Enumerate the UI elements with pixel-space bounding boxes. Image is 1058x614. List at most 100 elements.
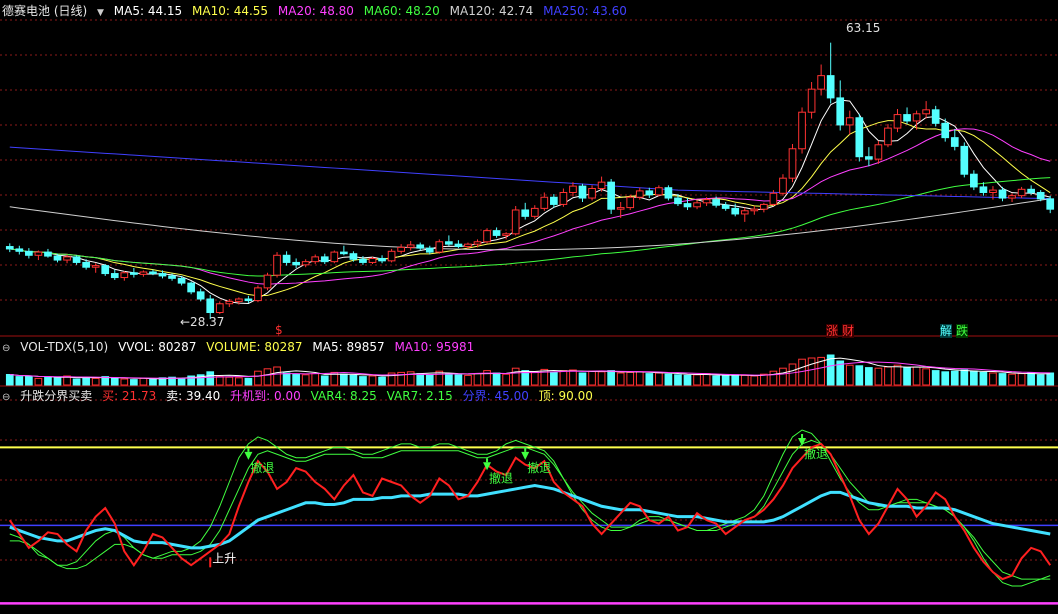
candle-body — [597, 181, 606, 190]
vol-ma5-label: MA5: 89857 — [312, 340, 385, 354]
candle-body — [855, 117, 864, 158]
volume-bar — [130, 379, 138, 386]
candle-body — [645, 190, 654, 196]
volume-bar — [215, 376, 224, 386]
price-panel-header: 德赛电池 (日线) ▼ MA5: 44.15 MA10: 44.55 MA20:… — [2, 3, 633, 19]
stock-title[interactable]: 德赛电池 (日线) — [2, 4, 87, 18]
volume-bar — [1046, 372, 1055, 386]
event-die-marker[interactable]: 跌 — [956, 324, 969, 338]
event-cai-marker[interactable]: 财 — [842, 324, 855, 338]
volume-bar — [807, 357, 816, 386]
event-dollar-marker[interactable]: $ — [275, 323, 283, 337]
volume-bar — [559, 370, 568, 386]
ma10-line — [9, 120, 1051, 297]
candle-body — [950, 137, 959, 147]
volume-bar — [998, 373, 1007, 386]
volume-title: VOL-TDX(5,10) — [20, 340, 109, 354]
volume-bar — [588, 370, 596, 386]
candle-body — [655, 187, 663, 196]
candle-body — [82, 261, 90, 268]
candle-body — [244, 298, 253, 302]
candle-body — [53, 255, 62, 261]
volume-bar — [511, 367, 520, 386]
volume-bar — [301, 374, 310, 386]
candle-body — [807, 88, 816, 113]
chevron-down-icon[interactable]: ▼ — [97, 8, 104, 18]
candle-body — [139, 271, 148, 275]
candle-body — [435, 241, 444, 253]
candle-body — [712, 199, 720, 206]
event-zhang-marker[interactable]: 涨 — [826, 324, 839, 338]
volume-bar — [349, 374, 358, 386]
vol-ma10-label: MA10: 95981 — [394, 340, 475, 354]
volume-bar — [473, 373, 482, 386]
candle-body — [483, 230, 491, 243]
candle-body — [63, 256, 71, 261]
volume-bar — [884, 366, 892, 386]
candle-body — [149, 271, 157, 275]
volume-bar — [865, 367, 873, 386]
candle-body — [454, 243, 463, 248]
ma120-label: MA120: 42.74 — [449, 4, 534, 18]
var7-label: VAR7: 2.15 — [386, 389, 453, 403]
candle-body — [893, 114, 902, 129]
candle-body — [740, 210, 749, 215]
volume-bar — [674, 374, 682, 386]
candle-body — [473, 241, 482, 245]
indicator-panel-header: ⊖ 升跌分界买卖 买: 21.73 卖: 39.40 升机到: 0.00 VAR… — [2, 388, 599, 404]
volume-bar — [721, 375, 730, 386]
candle-body — [120, 272, 129, 279]
candle-body — [130, 272, 138, 275]
volume-bar — [635, 371, 644, 386]
candle-body — [196, 291, 205, 300]
volume-bar — [244, 377, 253, 386]
collapse-icon[interactable]: ⊖ — [2, 392, 10, 403]
candle-body — [5, 246, 14, 250]
volume-bar — [378, 376, 386, 386]
volume-bar — [922, 368, 930, 386]
candle-body — [817, 75, 825, 90]
volume-bar — [416, 373, 425, 386]
volume-bar — [139, 377, 148, 386]
candle-body — [1027, 188, 1035, 193]
collapse-icon[interactable]: ⊖ — [2, 343, 10, 354]
candle-body — [731, 207, 740, 215]
volume-bar — [1008, 373, 1016, 386]
candle-body — [359, 258, 367, 263]
candle-body — [235, 298, 243, 302]
candle-body — [798, 111, 806, 150]
volume-bar — [607, 370, 615, 386]
candle-body — [34, 251, 43, 256]
candle-body — [1017, 188, 1026, 197]
candle-body — [989, 189, 997, 193]
stock-chart[interactable]: 撤退撤退撤退撤退上升 — [0, 0, 1058, 614]
candle-body — [1008, 195, 1016, 199]
volume-bar — [779, 367, 787, 386]
candle-body — [941, 122, 950, 139]
candle-body — [865, 156, 873, 160]
candle-body — [931, 109, 940, 124]
candle-body — [397, 246, 405, 252]
event-jie-marker[interactable]: 解 — [940, 324, 953, 338]
candle-body — [282, 254, 291, 263]
candle-body — [44, 251, 52, 257]
candle-body — [110, 273, 119, 279]
candle-body — [903, 114, 911, 122]
exit-signal-label: 撤退 — [489, 470, 513, 485]
volume-bar — [492, 372, 501, 386]
candle-body — [330, 251, 339, 263]
candle-body — [960, 145, 969, 175]
candle-body — [569, 185, 577, 193]
candle-body — [826, 75, 835, 99]
volume-bar — [970, 370, 978, 386]
candle-body — [979, 186, 988, 193]
exit-arrow-icon — [798, 438, 807, 446]
candle-body — [607, 181, 615, 210]
volume-bar — [425, 374, 434, 386]
volume-bar — [110, 377, 119, 386]
candle-body — [721, 204, 730, 209]
volume-bar — [941, 371, 950, 386]
volume-bar — [597, 371, 606, 386]
volume-bar — [1036, 374, 1045, 386]
volume-bar — [702, 373, 711, 386]
